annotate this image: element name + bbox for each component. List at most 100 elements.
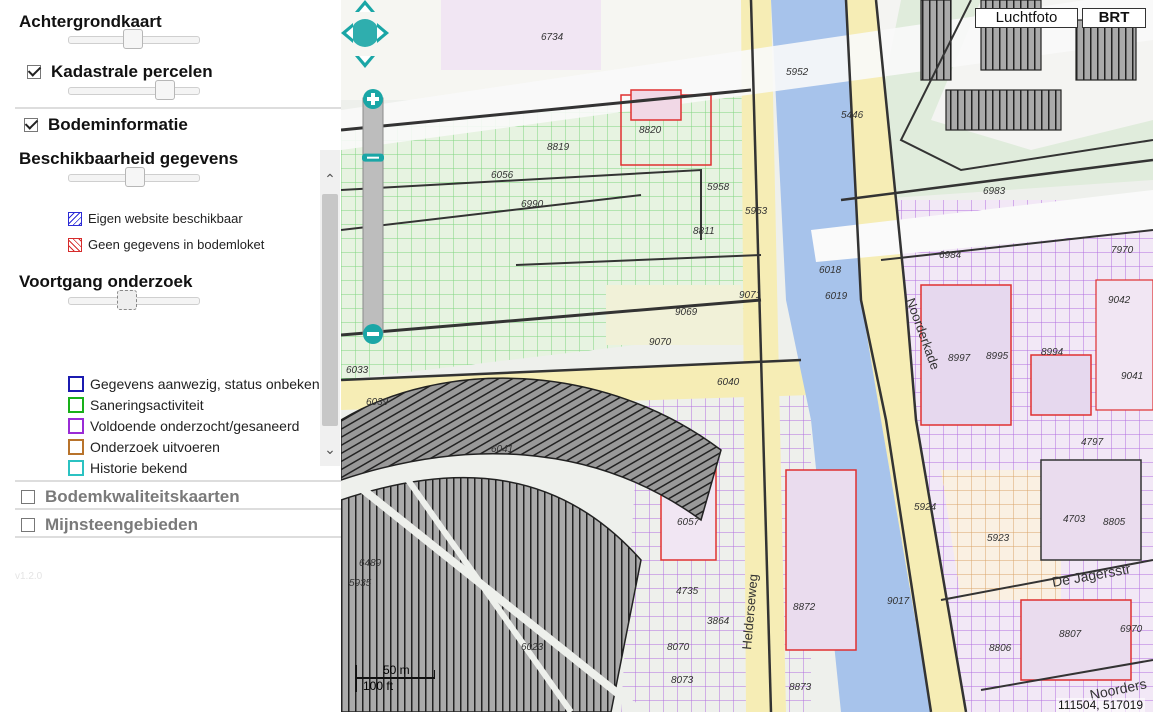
parcel-label: 8070 [667,642,690,653]
parcel-label: 5446 [841,110,864,121]
parcel-label: 8994 [1041,347,1064,358]
parcel-label: 6489 [359,558,382,569]
divider [15,536,341,538]
legend-label: Voldoende onderzocht/gesaneerd [90,418,300,434]
legend-label: Geen gegevens in bodemloket [88,237,265,252]
layer-sidebar: Achtergrondkaart Kadastrale percelen Bod… [0,0,341,712]
cyan-box-swatch [68,460,84,476]
parcel-label: 6039 [366,397,389,408]
parcel-label: 5953 [745,206,768,217]
beschikbaarheid-opacity-slider[interactable] [68,167,200,187]
parcel-label: 6019 [825,291,848,302]
orange-box-swatch [68,439,84,455]
voortgang-opacity-slider[interactable] [68,290,200,310]
legend-item-onderzoek-uitvoeren: Onderzoek uitvoeren [68,439,220,455]
map-viewport[interactable]: 6734 5952 5446 8820 8819 6056 5958 6990 … [341,0,1153,712]
scroll-up-icon[interactable]: ⌃ [323,172,337,186]
beschikbaarheid-heading: Beschikbaarheid gegevens [19,149,239,168]
version-label: v1.2.0 [15,571,43,582]
legend-label: Eigen website beschikbaar [88,211,243,226]
parcel-label: 4797 [1081,437,1104,448]
pan-control[interactable] [341,0,389,68]
parcel-label: 8073 [671,675,694,686]
legend-item-saneringsactiviteit: Saneringsactiviteit [68,397,204,413]
slider-handle[interactable] [125,167,145,187]
legend-label: Onderzoek uitvoeren [90,439,220,455]
parcel-label: 8807 [1059,629,1082,640]
legend-item-eigen-website: Eigen website beschikbaar [68,211,243,226]
mijnsteengebieden-toggle[interactable]: Mijnsteengebieden [21,515,198,535]
parcel-label: 6056 [491,170,514,181]
parcel-label: 6018 [819,265,842,276]
slider-handle[interactable] [117,290,137,310]
scroll-down-icon[interactable]: ⌄ [323,442,337,456]
base-layer-switcher: Luchtfoto BRT [975,8,1146,28]
bodeminformatie-checkbox[interactable] [24,118,38,132]
voortgang-legend: Gegevens aanwezig, status onbekend Saner… [68,376,320,480]
slider-handle[interactable] [155,80,175,100]
parcel-label: 9071 [739,290,761,301]
achtergrondkaart-opacity-slider[interactable] [68,29,200,49]
mijnsteen-checkbox[interactable] [21,518,35,532]
parcel-label: 4703 [1063,514,1086,525]
parcel-label: 6040 [717,377,740,388]
blue-box-swatch [68,376,84,392]
brt-button[interactable]: BRT [1082,8,1146,28]
divider [15,107,341,109]
parcel-label: 6990 [521,199,544,210]
scale-imperial-label: 100 ft [363,679,394,693]
parcel-label: 9017 [887,596,910,607]
luchtfoto-button[interactable]: Luchtfoto [975,8,1078,28]
kadastrale-opacity-slider[interactable] [68,80,200,100]
bodemkwaliteit-label: Bodemkwaliteitskaarten [45,487,240,506]
parcel-label: 5924 [914,502,937,513]
parcel-label: 6984 [939,250,962,261]
bodeminformatie-toggle[interactable]: Bodeminformatie [24,115,188,135]
green-box-swatch [68,397,84,413]
parcel-label: 9042 [1108,295,1131,306]
parcel-label: 5958 [707,182,730,193]
sidebar-scrollbar[interactable]: ⌃ ⌄ [320,150,340,466]
kadastrale-percelen-toggle[interactable]: Kadastrale percelen [27,62,213,82]
legend-item-voldoende-onderzocht: Voldoende onderzocht/gesaneerd [68,418,299,434]
parcel-label: 3864 [707,616,730,627]
parcel-label: 5923 [987,533,1010,544]
parcel-label: 6057 [677,517,700,528]
slider-handle[interactable] [123,29,143,49]
kadastrale-label: Kadastrale percelen [51,62,213,81]
bodemkwaliteit-checkbox[interactable] [21,490,35,504]
legend-label: Historie bekend [90,460,188,476]
parcel-label: 6734 [541,32,564,43]
legend-label: Gegevens aanwezig, status onbekend [90,376,320,392]
parcel-label: 6041 [491,444,513,455]
parcel-label: 8805 [1103,517,1126,528]
purple-box-swatch [68,418,84,434]
parcel-label: 9069 [675,307,698,318]
parcel-label: 9070 [649,337,672,348]
parcel-label: 5935 [349,578,372,589]
parcel-label: 8820 [639,125,662,136]
parcel-label: 5952 [786,67,809,78]
parcel-label: 8995 [986,351,1009,362]
parcel-label: 6023 [521,642,544,653]
voortgang-heading: Voortgang onderzoek [19,272,193,291]
parcel-label: 9041 [1121,371,1143,382]
bodemkwaliteitskaarten-toggle[interactable]: Bodemkwaliteitskaarten [21,487,240,507]
parcel-label: 6983 [983,186,1006,197]
map-canvas[interactable]: 6734 5952 5446 8820 8819 6056 5958 6990 … [341,0,1153,712]
blue-hatch-swatch [68,211,82,226]
divider [15,480,341,482]
zoom-bar[interactable] [362,88,384,348]
kadastrale-checkbox[interactable] [27,65,41,79]
legend-item-geen-gegevens: Geen gegevens in bodemloket [68,237,264,252]
scale-bar: 50 m 100 ft [355,662,435,694]
red-hatch-swatch [68,237,82,252]
parcel-label: 6970 [1120,624,1143,635]
mijnsteen-label: Mijnsteengebieden [45,515,199,534]
parcel-label: 8819 [547,142,570,153]
scrollbar-thumb[interactable] [322,194,338,426]
legend-item-historie-bekend: Historie bekend [68,460,187,476]
parcel-label: 4735 [676,586,699,597]
parcel-label: 7970 [1111,245,1134,256]
legend-item-status-onbekend: Gegevens aanwezig, status onbekend [68,376,320,392]
